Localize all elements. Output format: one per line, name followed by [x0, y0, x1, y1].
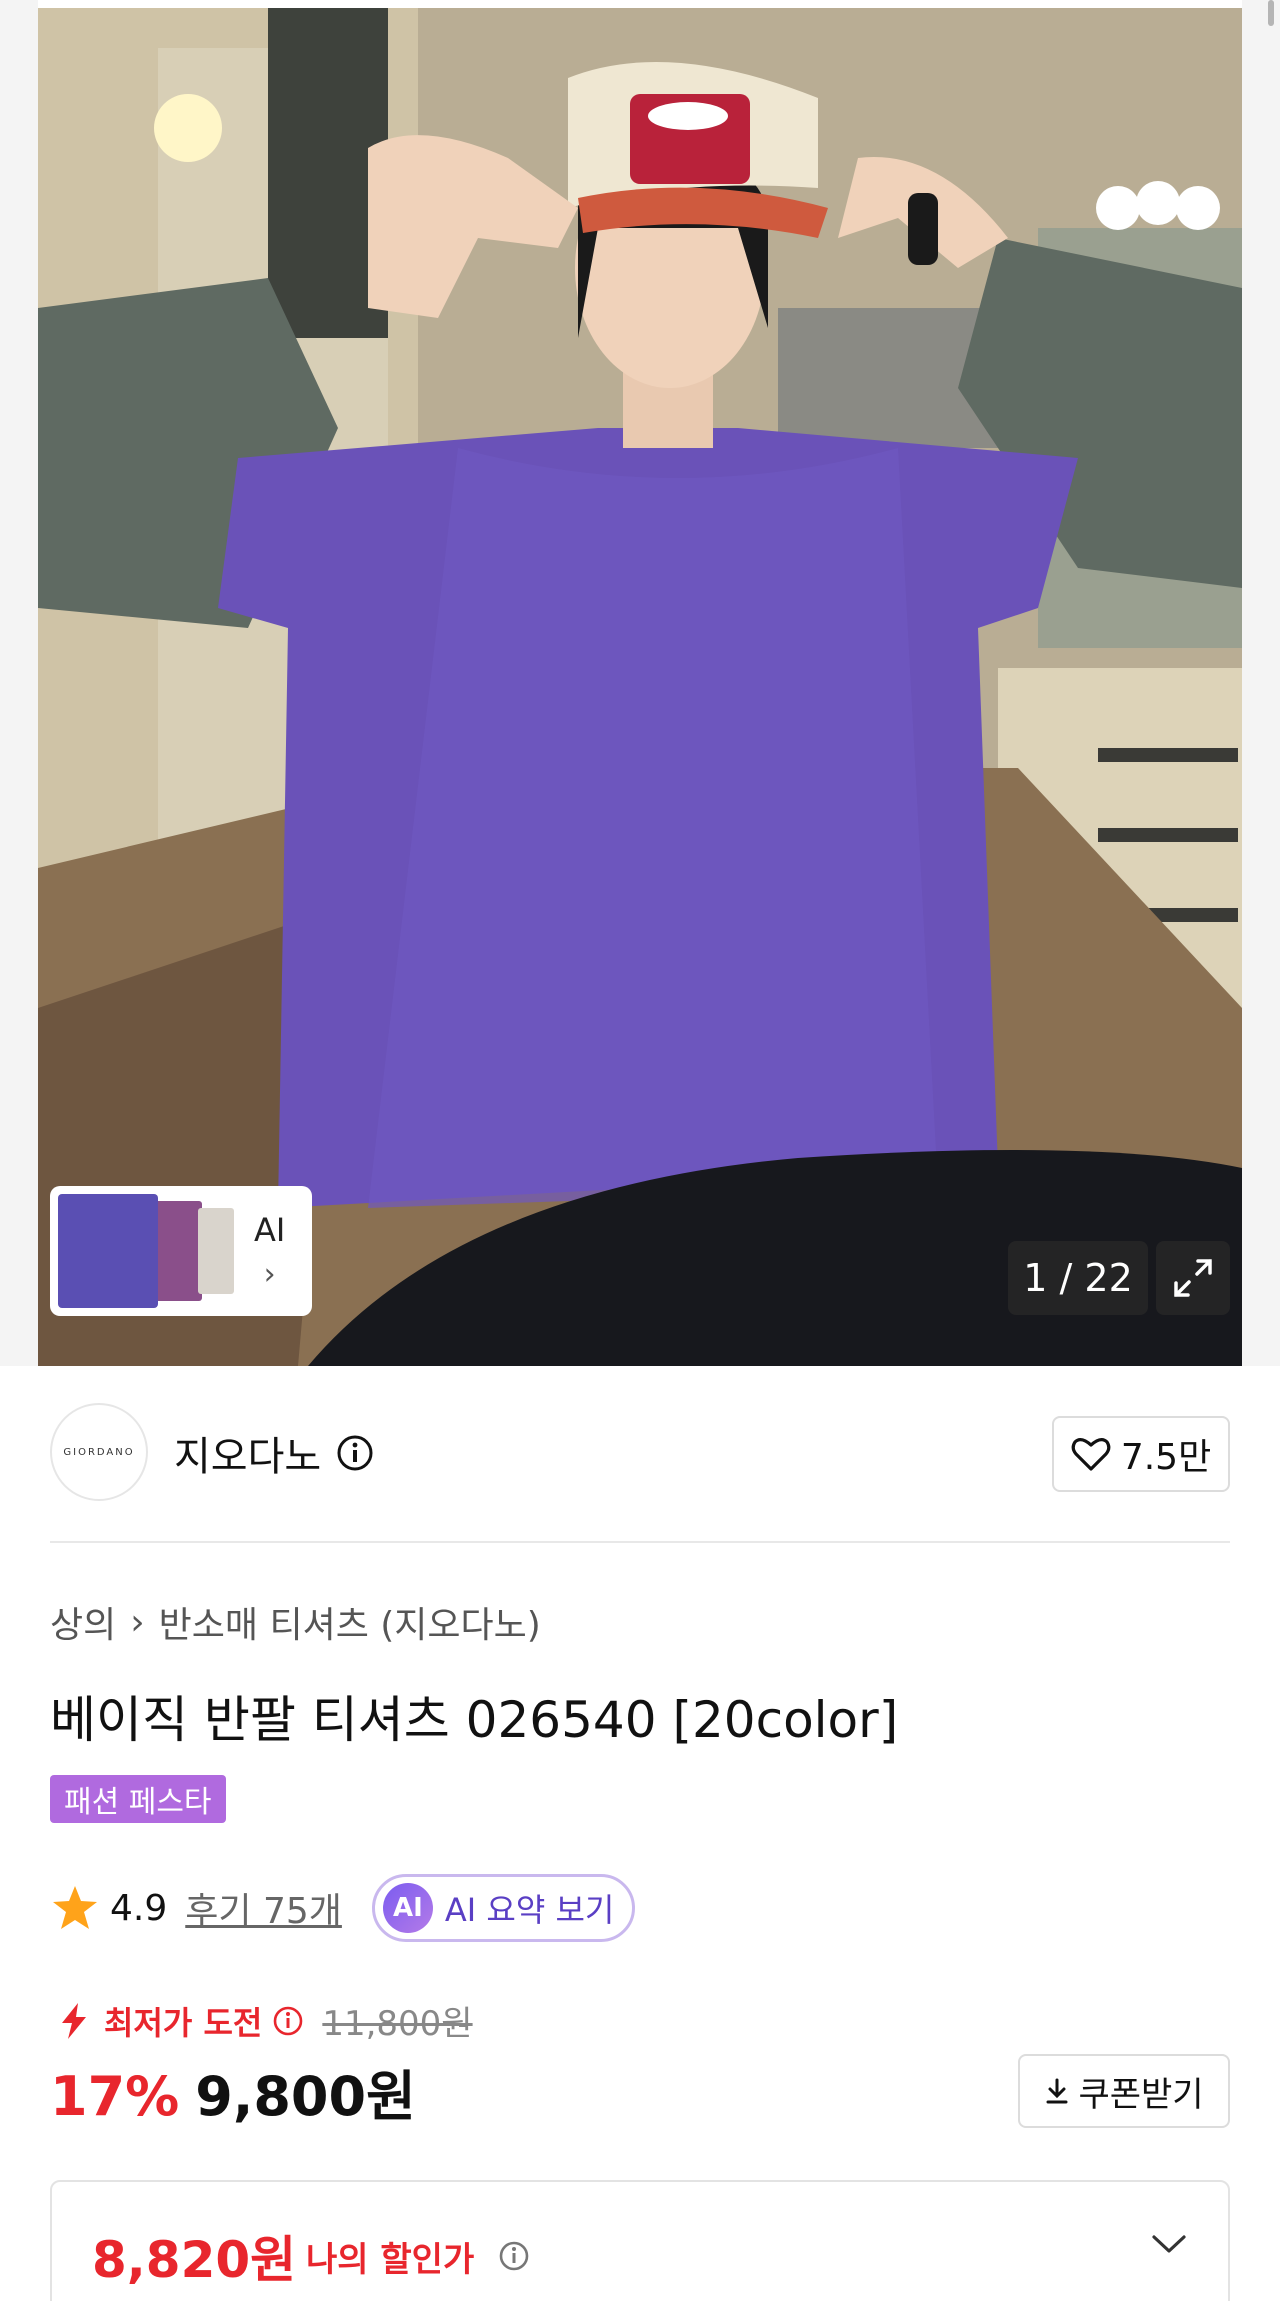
ai-icon: AI	[382, 1883, 433, 1933]
star-icon	[53, 1886, 97, 1929]
expand-icon[interactable]	[1156, 1241, 1230, 1315]
product-main-image[interactable]	[38, 8, 1242, 1366]
like-count: 7.5만	[1120, 1437, 1212, 1478]
similar-item-thumb-2	[152, 1201, 202, 1301]
info-icon[interactable]	[498, 2240, 530, 2276]
similar-item-thumb-3	[198, 1208, 234, 1294]
chevron-right-icon: ›	[130, 1601, 145, 1643]
info-icon[interactable]	[336, 1434, 374, 1476]
divider	[50, 1541, 1230, 1543]
breadcrumb: 상의 › 반소매 티셔츠 (지오다노)	[50, 1596, 541, 1648]
right-gutter	[1242, 0, 1280, 1366]
lowest-price-label: 최저가 도전	[104, 2003, 263, 2042]
my-discount-panel[interactable]: 8,820원 나의 할인가	[50, 2180, 1230, 2301]
info-icon[interactable]	[272, 2005, 304, 2037]
lightning-icon	[62, 2002, 86, 2039]
discount-rate: 17%	[50, 2065, 180, 2128]
ai-side: AI ›	[254, 1211, 285, 1292]
my-discount-label: 나의 할인가	[306, 2240, 475, 2280]
coupon-button[interactable]: 쿠폰받기	[1018, 2054, 1230, 2128]
my-discount-price: 8,820원	[92, 2231, 297, 2289]
left-gutter	[0, 0, 38, 1366]
sale-price: 9,800원	[195, 2065, 416, 2128]
lowest-price-challenge: 최저가 도전 11,800원	[54, 1996, 473, 2045]
heart-icon	[1071, 1438, 1111, 1471]
download-icon	[1046, 2078, 1068, 2104]
coupon-label: 쿠폰받기	[1078, 2074, 1204, 2115]
ai-summary-button[interactable]: AI AI 요약 보기	[371, 1874, 636, 1942]
breadcrumb-item-category[interactable]: 상의	[50, 1596, 116, 1648]
fashion-festa-badge: 패션 페스타	[50, 1775, 226, 1823]
breadcrumb-item-subcategory[interactable]: 반소매 티셔츠 (지오다노)	[159, 1596, 541, 1648]
original-price: 11,800원	[322, 2004, 473, 2044]
ai-summary-label: AI 요약 보기	[444, 1891, 615, 1929]
rating-value: 4.9	[110, 1887, 168, 1929]
ai-similar-items-button[interactable]: AI ›	[50, 1186, 312, 1316]
scrollbar[interactable]	[1268, 0, 1274, 26]
reviews-link[interactable]: 후기 75개	[185, 1882, 342, 1934]
product-photo	[38, 8, 1242, 1366]
price-row: 17% 9,800원	[50, 2052, 416, 2131]
chevron-down-icon[interactable]	[1150, 2232, 1188, 2260]
like-button[interactable]: 7.5만	[1052, 1416, 1230, 1492]
brand-logo[interactable]: GIORDANO	[50, 1403, 148, 1501]
similar-item-thumb-1	[58, 1194, 158, 1308]
product-title: 베이직 반팔 티셔츠 026540 [20color]	[50, 1691, 899, 1749]
brand-name[interactable]: 지오다노	[174, 1424, 321, 1482]
ai-label: AI	[254, 1210, 286, 1249]
chevron-right-icon: ›	[263, 1256, 276, 1292]
image-counter: 1 / 22	[1008, 1241, 1148, 1315]
product-page: AI › 1 / 22 GIORDANO 지오다노 7.5만 상의 › 반소매 …	[0, 0, 1280, 2301]
rating-row: 4.9 후기 75개 AI AI 요약 보기	[50, 1874, 636, 1942]
